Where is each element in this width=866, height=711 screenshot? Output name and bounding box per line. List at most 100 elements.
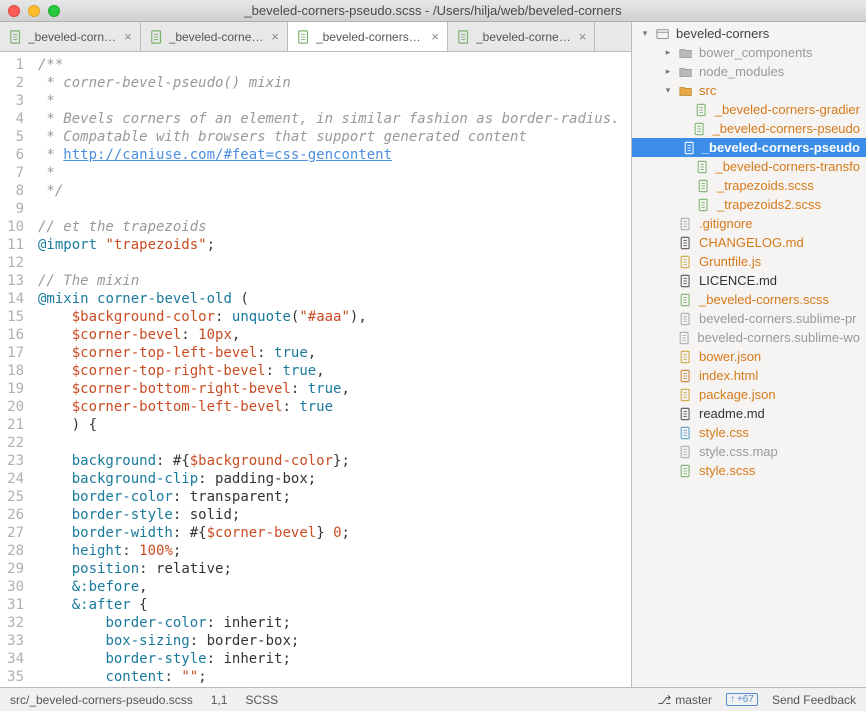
chevron-right-icon[interactable]: ▸	[663, 66, 673, 77]
file-icon	[696, 179, 712, 193]
tree-file[interactable]: _beveled-corners.scss	[632, 290, 866, 309]
file-icon	[678, 426, 694, 440]
file-name: node_modules	[699, 64, 784, 79]
file-name: _beveled-corners-gradier	[715, 102, 860, 117]
file-name: beveled-corners.sublime-wo	[697, 330, 860, 345]
tree-folder[interactable]: ▸ bower_components	[632, 43, 866, 62]
tree-folder[interactable]: ▾ src	[632, 81, 866, 100]
file-name: _trapezoids2.scss	[717, 197, 821, 212]
window-title: _beveled-corners-pseudo.scss - /Users/hi…	[0, 3, 866, 18]
git-branch[interactable]: ⎇ master	[657, 693, 712, 707]
minimize-button[interactable]	[28, 5, 40, 17]
tree-file[interactable]: package.json	[632, 385, 866, 404]
tree-file[interactable]: .gitignore	[632, 214, 866, 233]
file-icon	[693, 122, 708, 136]
tree-file[interactable]: bower.json	[632, 347, 866, 366]
file-name: style.css	[699, 425, 749, 440]
tab-label: _beveled-corn…	[28, 30, 116, 44]
tree-file[interactable]: style.css	[632, 423, 866, 442]
tab[interactable]: _beveled-corners-pseudo… ×	[288, 22, 448, 51]
close-icon[interactable]: ×	[579, 29, 587, 44]
file-sidebar[interactable]: ▾beveled-corners▸bower_components▸node_m…	[632, 22, 866, 687]
file-icon	[678, 350, 694, 364]
file-name: src	[699, 83, 716, 98]
tree-file[interactable]: _beveled-corners-pseudo	[632, 138, 866, 157]
tree-root[interactable]: ▾ beveled-corners	[632, 24, 866, 43]
tab-label: _beveled-corners-pseudo…	[316, 30, 423, 44]
tree-file[interactable]: style.css.map	[632, 442, 866, 461]
chevron-down-icon[interactable]: ▾	[663, 85, 673, 96]
tree-file[interactable]: CHANGELOG.md	[632, 233, 866, 252]
file-icon	[678, 407, 694, 421]
close-icon[interactable]: ×	[271, 29, 279, 44]
file-name: bower_components	[699, 45, 812, 60]
tree-file[interactable]: _beveled-corners-transfo	[632, 157, 866, 176]
close-icon[interactable]: ×	[124, 29, 132, 44]
tab-bar: _beveled-corn… × _beveled-corne… × _beve…	[0, 22, 631, 52]
file-name: style.css.map	[699, 444, 778, 459]
zoom-button[interactable]	[48, 5, 60, 17]
scss-icon	[149, 30, 165, 44]
editor[interactable]: 1234567891011121314151617181920212223242…	[0, 52, 631, 687]
close-button[interactable]	[8, 5, 20, 17]
file-icon	[678, 217, 694, 231]
tree-file[interactable]: _beveled-corners-pseudo	[632, 119, 866, 138]
file-icon	[694, 103, 709, 117]
file-name: LICENCE.md	[699, 273, 777, 288]
tab[interactable]: _beveled-corn… ×	[0, 22, 141, 51]
file-name: readme.md	[699, 406, 765, 421]
file-icon	[678, 312, 694, 326]
file-name: _trapezoids.scss	[717, 178, 814, 193]
file-name: beveled-corners.sublime-pr	[699, 311, 857, 326]
statusbar: src/_beveled-corners-pseudo.scss 1,1 SCS…	[0, 687, 866, 711]
file-name: _beveled-corners.scss	[699, 292, 829, 307]
tree-file[interactable]: index.html	[632, 366, 866, 385]
tree-file[interactable]: readme.md	[632, 404, 866, 423]
file-icon	[678, 445, 694, 459]
chevron-right-icon[interactable]: ▸	[663, 47, 673, 58]
tab[interactable]: _beveled-corne… ×	[141, 22, 288, 51]
tree-file[interactable]: _trapezoids.scss	[632, 176, 866, 195]
tree-folder[interactable]: ▸ node_modules	[632, 62, 866, 81]
scss-icon	[456, 30, 472, 44]
file-name: beveled-corners	[676, 26, 769, 41]
file-icon	[678, 388, 694, 402]
file-name: Gruntfile.js	[699, 254, 761, 269]
file-icon	[677, 331, 692, 345]
folder-icon	[678, 84, 694, 98]
file-name: index.html	[699, 368, 758, 383]
file-name: .gitignore	[699, 216, 752, 231]
tree-file[interactable]: Gruntfile.js	[632, 252, 866, 271]
chevron-down-icon: ▾	[640, 28, 650, 39]
send-feedback[interactable]: Send Feedback	[772, 693, 856, 707]
file-name: _beveled-corners-pseudo	[713, 121, 860, 136]
tree-file[interactable]: LICENCE.md	[632, 271, 866, 290]
close-icon[interactable]: ×	[431, 29, 439, 44]
tab-label: _beveled-corne…	[169, 30, 264, 44]
file-name: style.scss	[699, 463, 755, 478]
git-ahead[interactable]: ↑+67	[726, 693, 758, 706]
tab[interactable]: _beveled-corne… ×	[448, 22, 595, 51]
tree-file[interactable]: _trapezoids2.scss	[632, 195, 866, 214]
code-area[interactable]: /** * corner-bevel-pseudo() mixin * * Be…	[30, 52, 631, 687]
titlebar: _beveled-corners-pseudo.scss - /Users/hi…	[0, 0, 866, 22]
file-name: package.json	[699, 387, 776, 402]
tree-file[interactable]: beveled-corners.sublime-pr	[632, 309, 866, 328]
file-icon	[678, 369, 694, 383]
file-icon	[678, 464, 694, 478]
file-icon	[695, 160, 711, 174]
file-icon	[678, 293, 694, 307]
scss-icon	[8, 30, 24, 44]
tree-file[interactable]: beveled-corners.sublime-wo	[632, 328, 866, 347]
file-icon	[678, 236, 694, 250]
status-language[interactable]: SCSS	[245, 693, 278, 707]
branch-icon: ⎇	[657, 693, 671, 707]
traffic-lights	[8, 5, 60, 17]
file-name: CHANGELOG.md	[699, 235, 804, 250]
file-icon	[683, 141, 697, 155]
folder-icon	[678, 65, 694, 79]
status-position: 1,1	[211, 693, 228, 707]
tree-file[interactable]: style.scss	[632, 461, 866, 480]
file-icon	[678, 274, 694, 288]
tree-file[interactable]: _beveled-corners-gradier	[632, 100, 866, 119]
